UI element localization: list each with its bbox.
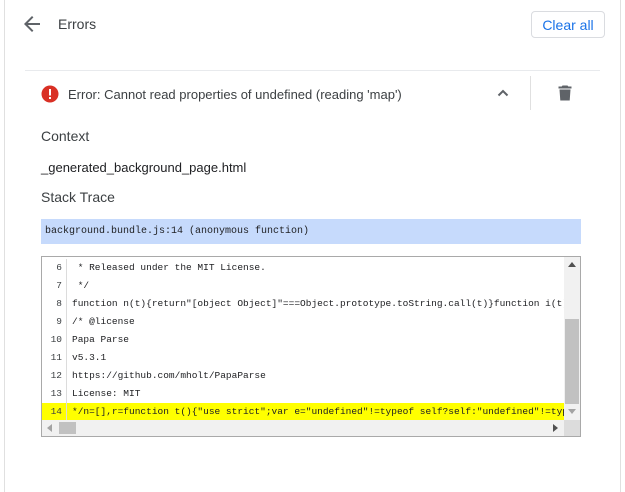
code-text: v5.3.1	[72, 352, 107, 363]
gutter-divider	[66, 331, 67, 349]
page-title: Errors	[58, 16, 97, 32]
line-number: 6	[56, 262, 62, 273]
gutter-divider	[66, 313, 67, 331]
gutter-divider	[66, 295, 67, 313]
code-line: 11 v5.3.1	[42, 349, 564, 367]
context-heading: Context	[41, 128, 90, 144]
line-number: 14	[50, 406, 62, 417]
scroll-up-arrow-icon[interactable]	[568, 262, 576, 267]
line-number: 11	[50, 352, 62, 363]
chevron-up-icon	[497, 89, 509, 97]
code-text: License: MIT	[72, 388, 141, 399]
error-entry: Error: Cannot read properties of undefin…	[25, 71, 600, 116]
code-line: 13 License: MIT	[42, 385, 564, 403]
trash-icon	[558, 85, 572, 101]
code-text: /* @license	[72, 316, 135, 327]
gutter-divider	[66, 259, 67, 277]
vertical-scroll-thumb[interactable]	[565, 319, 579, 404]
code-text: function n(t){return"[object Object]"===…	[72, 298, 564, 309]
line-number: 7	[56, 280, 62, 291]
code-line: 10 Papa Parse	[42, 331, 564, 349]
code-text: Papa Parse	[72, 334, 130, 345]
code-line: 9 /* @license	[42, 313, 564, 331]
context-value: _generated_background_page.html	[41, 160, 247, 175]
code-text: * Released under the MIT License.	[72, 262, 266, 273]
horizontal-scroll-thumb[interactable]	[59, 422, 76, 434]
code-lines: 6 * Released under the MIT License. 7 */8…	[42, 259, 564, 421]
code-line: 6 * Released under the MIT License.	[42, 259, 564, 277]
page-right-border	[620, 0, 621, 492]
scroll-right-arrow-icon[interactable]	[553, 424, 558, 432]
gutter-divider	[66, 403, 67, 421]
scroll-left-arrow-icon[interactable]	[47, 424, 52, 432]
code-text: */	[72, 280, 90, 291]
clear-all-button[interactable]: Clear all	[531, 11, 605, 38]
stack-frame-item[interactable]: background.bundle.js:14 (anonymous funct…	[41, 219, 581, 244]
stack-trace-heading: Stack Trace	[41, 189, 115, 205]
code-text: https://github.com/mholt/PapaParse	[72, 370, 266, 381]
gutter-divider	[66, 367, 67, 385]
gutter-divider	[66, 349, 67, 367]
delete-button[interactable]	[555, 83, 575, 103]
code-line: 14 */n=[],r=function t(){"use strict";var…	[42, 403, 564, 421]
collapse-button[interactable]	[493, 83, 513, 103]
page-left-border	[4, 0, 5, 492]
vertical-scrollbar[interactable]	[564, 257, 580, 420]
code-text: */n=[],r=function t(){"use strict";var e…	[72, 406, 564, 417]
line-number: 13	[50, 388, 62, 399]
scrollbar-corner	[564, 420, 580, 436]
code-line: 8 function n(t){return"[object Object]"==…	[42, 295, 564, 313]
errors-header: Errors Clear all	[0, 0, 625, 50]
gutter-divider	[66, 385, 67, 403]
line-number: 10	[50, 334, 62, 345]
line-number: 9	[56, 316, 62, 327]
divider	[530, 76, 531, 110]
line-number: 8	[56, 298, 62, 309]
code-line: 12 https://github.com/mholt/PapaParse	[42, 367, 564, 385]
code-line: 7 */	[42, 277, 564, 295]
error-message: Error: Cannot read properties of undefin…	[68, 87, 402, 102]
back-button[interactable]	[20, 12, 44, 36]
code-viewer[interactable]: 6 * Released under the MIT License. 7 */8…	[41, 256, 581, 437]
arrow-back-icon	[24, 16, 40, 32]
gutter-divider	[66, 277, 67, 295]
scroll-down-arrow-icon[interactable]	[568, 409, 576, 414]
line-number: 12	[50, 370, 62, 381]
horizontal-scrollbar[interactable]	[42, 420, 564, 436]
error-circle-icon	[41, 85, 59, 103]
